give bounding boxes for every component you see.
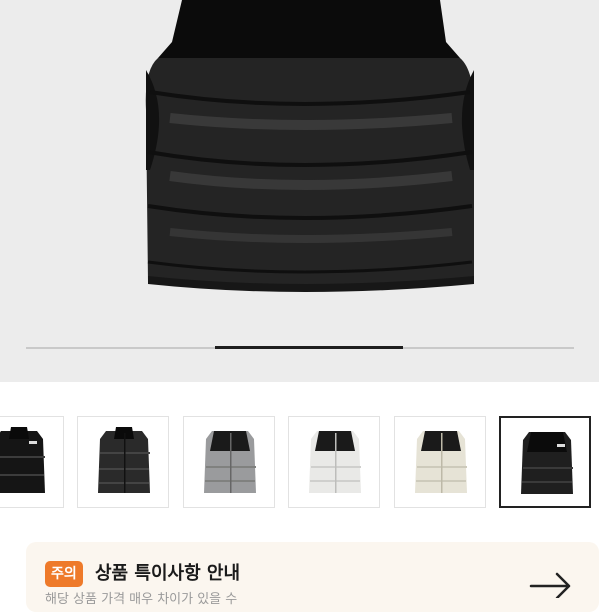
thumbnail-black-gloss[interactable] — [0, 416, 64, 508]
arrow-right-icon[interactable] — [527, 568, 575, 598]
thumbnail-black-matte[interactable] — [77, 416, 169, 508]
notice-subtitle: 해당 상품 가격 매우 차이가 있을 수 — [45, 592, 238, 607]
spacer — [0, 382, 599, 414]
vest-thumbnail-icon — [204, 431, 256, 493]
vest-thumbnail-icon — [98, 427, 150, 493]
thumbnail-white[interactable] — [288, 416, 380, 508]
vest-thumbnail-icon — [309, 431, 361, 493]
notice-title: 상품 특이사항 안내 — [95, 563, 241, 584]
vest-thumbnail-icon — [0, 427, 45, 493]
thumbnail-grey[interactable] — [183, 416, 275, 508]
black-puffer-vest-image — [145, 0, 474, 292]
vest-thumbnail-icon — [415, 431, 467, 493]
notice-badge: 주의 — [45, 561, 83, 587]
product-image-area[interactable] — [0, 0, 599, 382]
thumbnail-cream[interactable] — [394, 416, 486, 508]
vest-thumbnail-icon — [521, 432, 573, 494]
thumbnail-black-selected[interactable] — [499, 416, 591, 508]
gallery-progress-indicator — [215, 346, 403, 349]
